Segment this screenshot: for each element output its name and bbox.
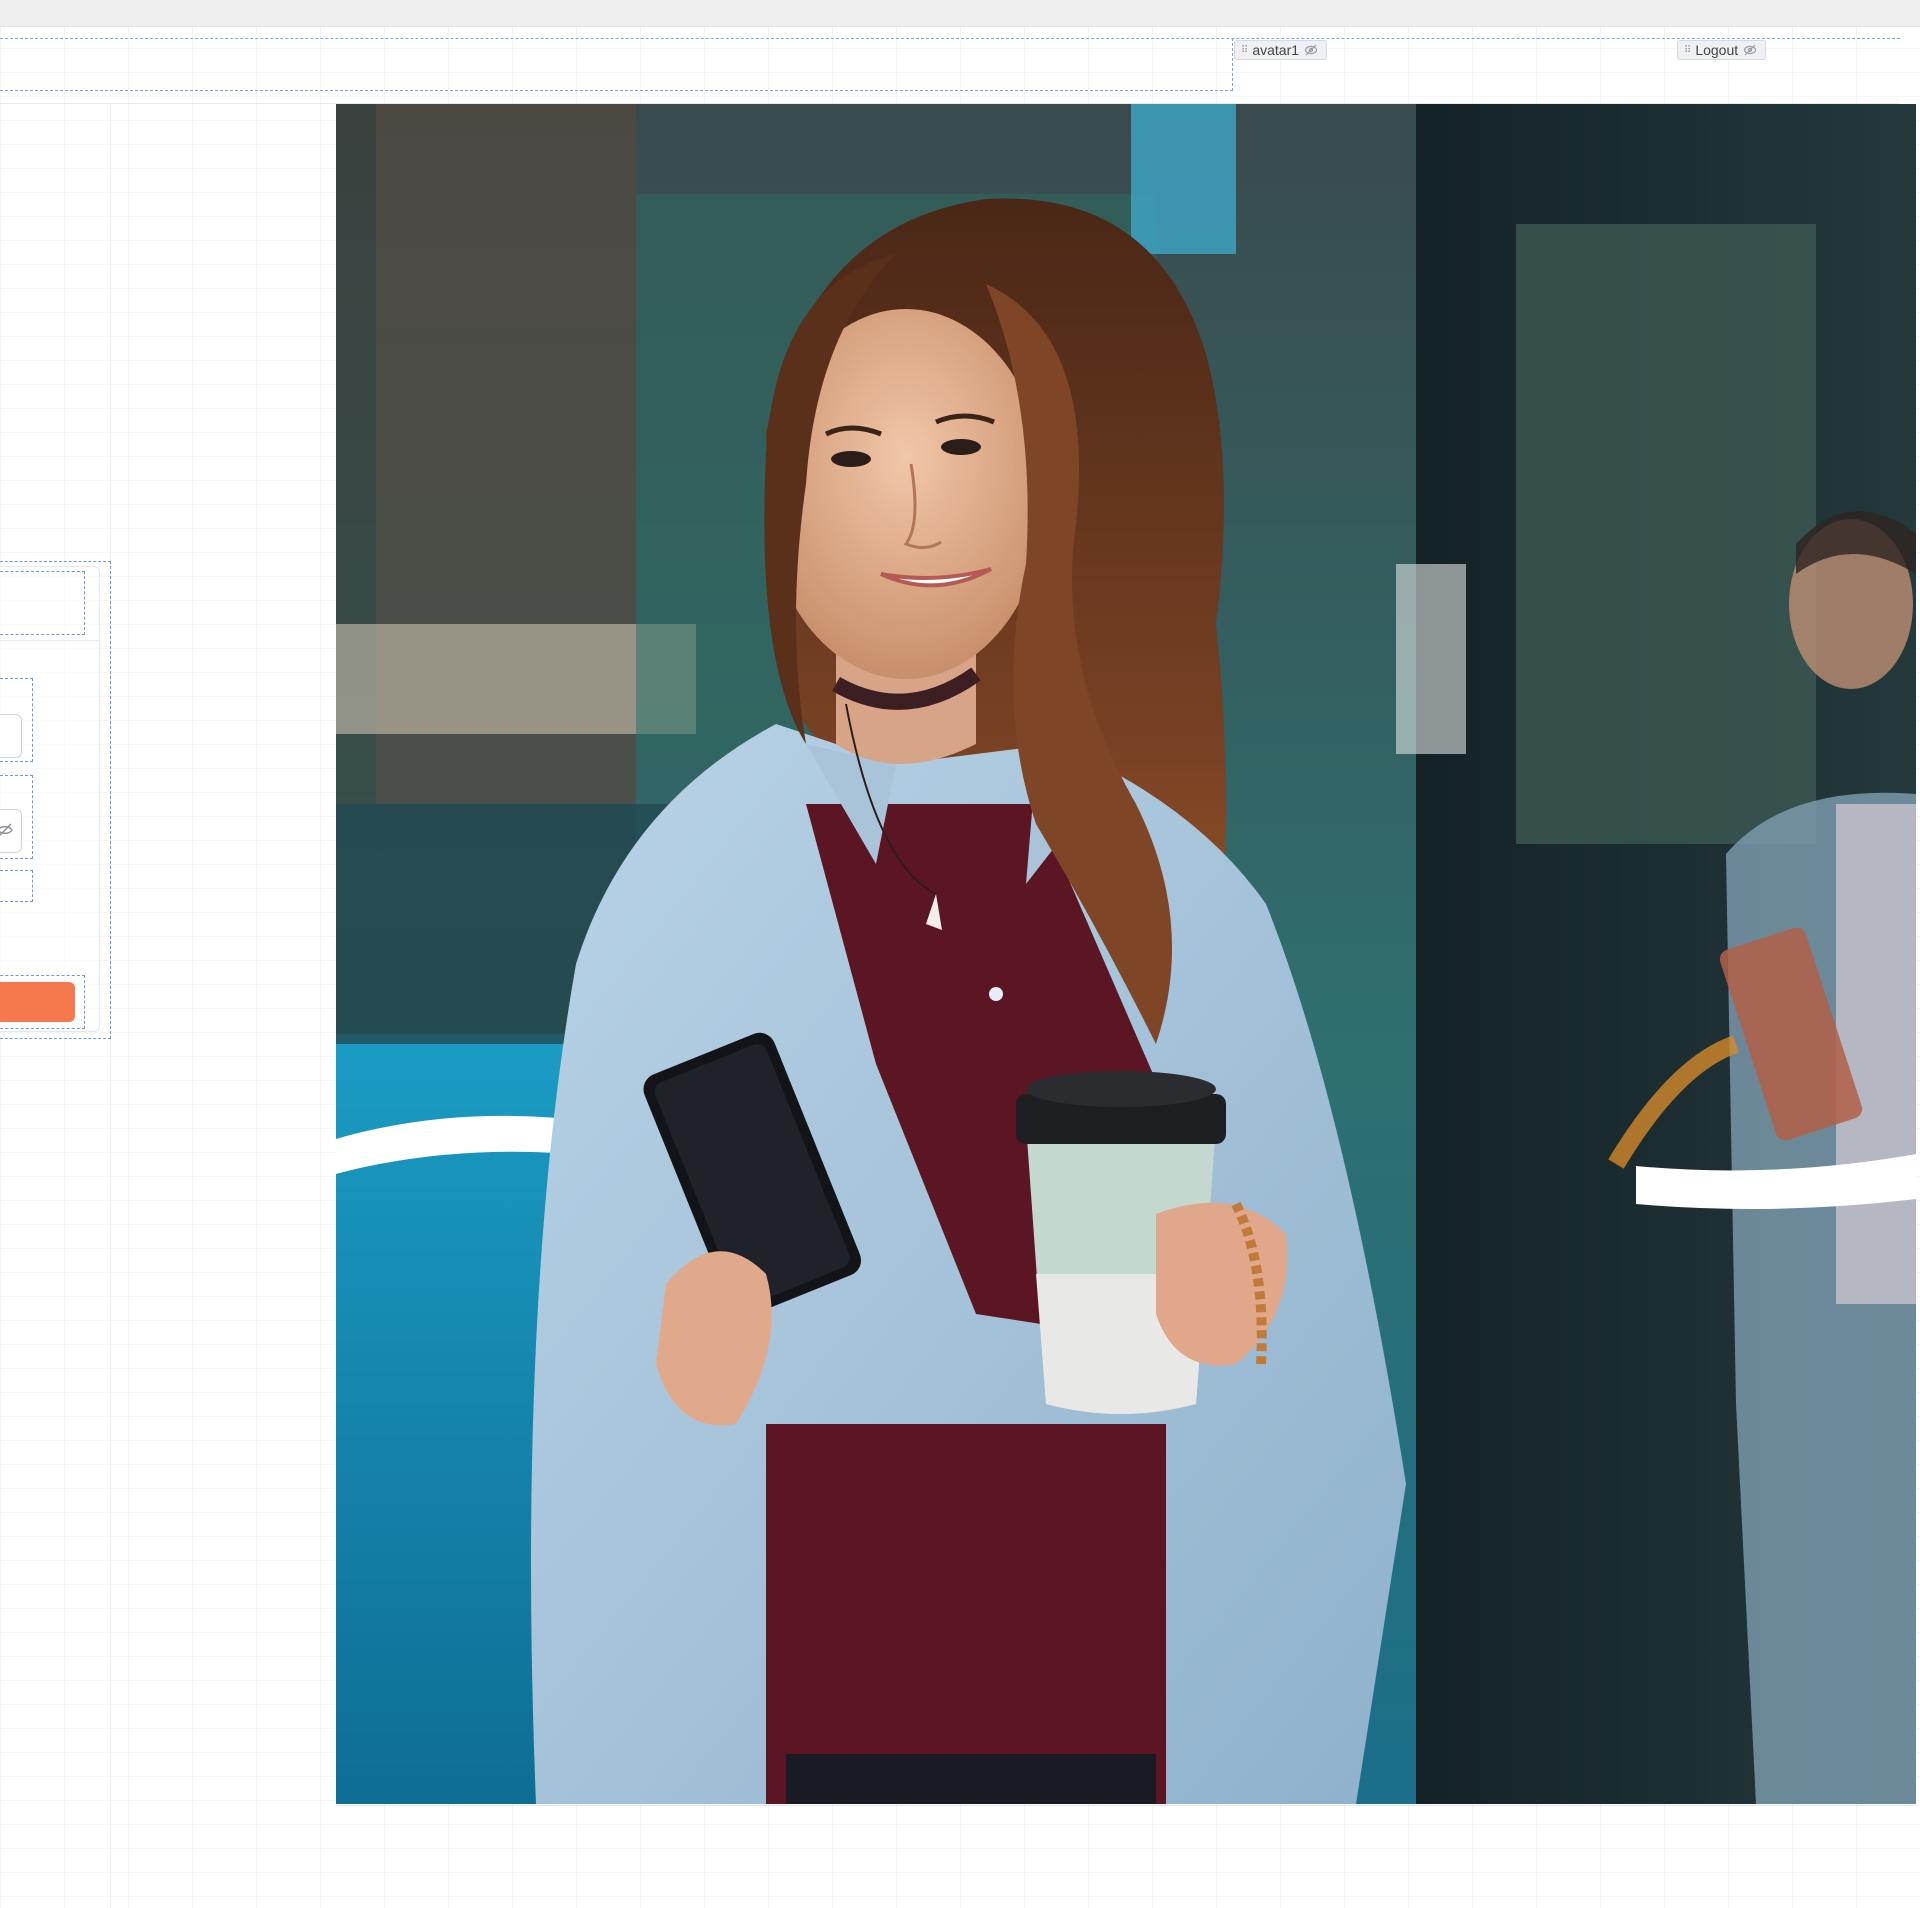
submit-button[interactable] <box>0 982 75 1022</box>
design-canvas: ⠿ avatar1 ⠿ Logout <box>0 0 1920 1908</box>
remember-row-block[interactable] <box>0 870 33 902</box>
eye-hidden-icon[interactable] <box>1304 44 1318 56</box>
layer-tag-label: Logout <box>1695 42 1739 58</box>
content-bottom-divider <box>336 1805 1916 1806</box>
drag-handle-icon[interactable]: ⠿ <box>1684 45 1691 56</box>
drag-handle-icon[interactable]: ⠿ <box>1241 45 1248 56</box>
form-divider <box>0 640 100 641</box>
email-field[interactable] <box>0 714 22 758</box>
layer-tag-logout[interactable]: ⠿ Logout <box>1677 40 1767 60</box>
hero-photo-illustration <box>336 104 1916 1804</box>
layer-tag-avatar[interactable]: ⠿ avatar1 <box>1234 40 1328 60</box>
top-toolbar-strip <box>0 0 1920 27</box>
eye-hidden-icon[interactable] <box>1743 44 1757 56</box>
layer-tag-label: avatar1 <box>1252 42 1300 58</box>
form-title-block[interactable] <box>0 571 85 635</box>
hero-image[interactable] <box>336 104 1916 1804</box>
eye-off-icon[interactable] <box>0 821 14 839</box>
header-left-container[interactable] <box>0 38 1233 91</box>
